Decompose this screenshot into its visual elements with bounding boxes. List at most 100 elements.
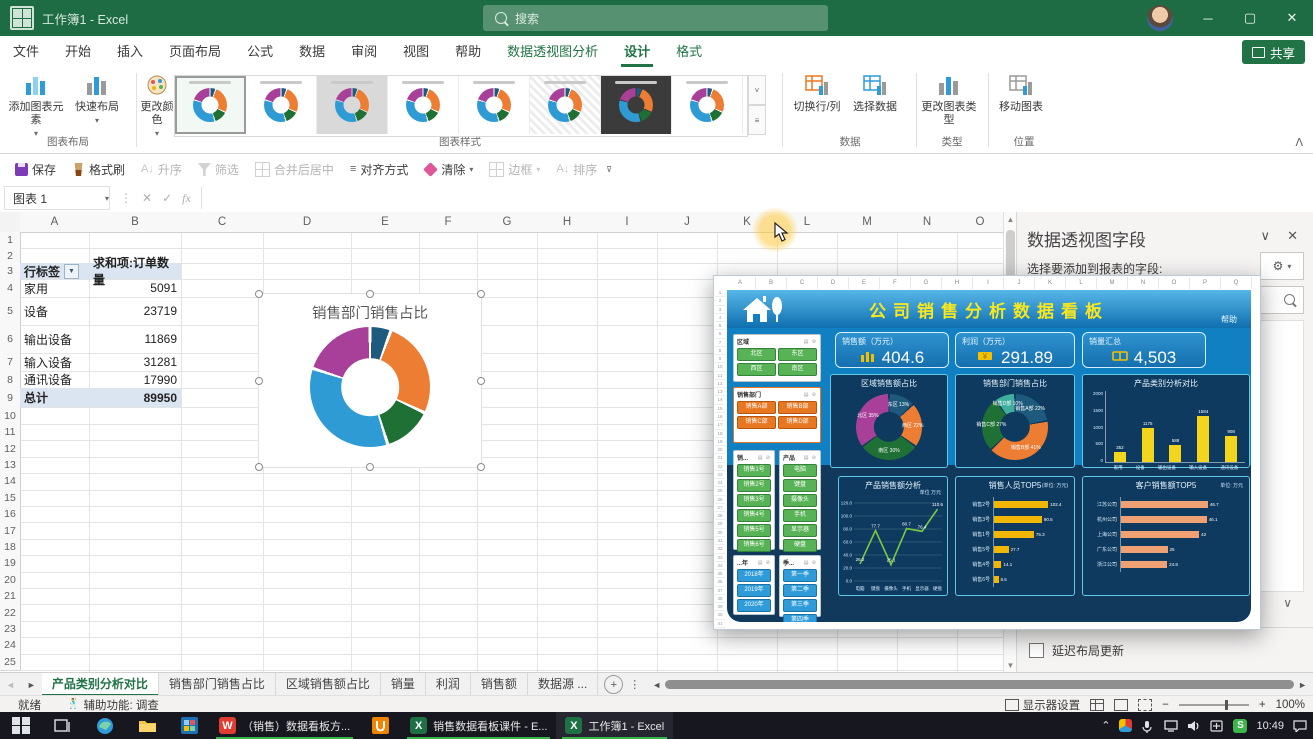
column-header-F[interactable]: F (419, 212, 478, 233)
row-header-21[interactable]: 21 (0, 588, 21, 605)
column-header-G[interactable]: G (477, 212, 538, 233)
defer-layout-checkbox[interactable] (1029, 643, 1044, 658)
help-button[interactable]: 帮助 (1221, 314, 1237, 325)
row-header-20[interactable]: 20 (0, 572, 21, 589)
slicer-button-销售B部[interactable]: 销售B部 (778, 401, 817, 414)
row-header-11[interactable]: 11 (0, 424, 21, 441)
chart-style-thumbnail-4[interactable] (388, 76, 459, 134)
formula-input[interactable] (201, 187, 1313, 209)
file-explorer-icon[interactable] (135, 714, 159, 738)
row-header-8[interactable]: 8 (0, 371, 21, 389)
name-box[interactable]: 图表 1▾ (4, 186, 110, 210)
zoom-slider[interactable] (1179, 704, 1249, 706)
normal-view-icon[interactable] (1090, 699, 1104, 711)
row-header-2[interactable]: 2 (0, 248, 21, 264)
ribbon-tab-文件[interactable]: 文件 (0, 36, 52, 67)
slicer-button-销售3号[interactable]: 销售3号 (737, 494, 771, 507)
ribbon-tab-公式[interactable]: 公式 (234, 36, 286, 67)
sheet-nav-right-icon[interactable]: ► (21, 680, 42, 690)
column-header-M[interactable]: M (837, 212, 898, 233)
slicer-button-销售C部[interactable]: 销售C部 (737, 416, 776, 429)
zoom-level[interactable]: 100% (1276, 699, 1305, 711)
horizontal-scrollbar[interactable]: ◄► (646, 673, 1313, 696)
column-header-C[interactable]: C (181, 212, 264, 233)
row-header-4[interactable]: 4 (0, 279, 21, 298)
fx-icon[interactable]: fx (182, 191, 191, 206)
more-icon[interactable]: ⋮ (120, 191, 132, 205)
selection-handle[interactable] (255, 463, 263, 471)
ribbon-tab-插入[interactable]: 插入 (104, 36, 156, 67)
zoom-in-icon[interactable]: + (1259, 699, 1266, 711)
gallery-up-icon[interactable]: ˅ (748, 75, 766, 105)
slicer-button-销售D部[interactable]: 销售D部 (778, 416, 817, 429)
ribbon-tab-帮助[interactable]: 帮助 (442, 36, 494, 67)
edge-browser-icon[interactable] (93, 714, 117, 738)
ribbon-tab-开始[interactable]: 开始 (52, 36, 104, 67)
select-data-button[interactable]: 选择数据 (846, 67, 904, 135)
area-dropdown-icon[interactable]: ∨ (1283, 596, 1292, 610)
zoom-slider-thumb[interactable] (1225, 700, 1228, 710)
ribbon-tab-数据[interactable]: 数据 (286, 36, 338, 67)
column-header-D[interactable]: D (263, 212, 352, 233)
slicer-button-销售2号[interactable]: 销售2号 (737, 479, 771, 492)
ime-icon[interactable] (1210, 720, 1224, 732)
change-colors-button[interactable]: 更改颜色▾ (140, 67, 174, 135)
add-sheet-icon[interactable]: + (604, 675, 623, 694)
chart-style-thumbnail-5[interactable] (459, 76, 530, 134)
avatar[interactable] (1147, 5, 1173, 31)
page-layout-view-icon[interactable] (1114, 699, 1128, 711)
chart-style-thumbnail-3[interactable] (317, 76, 388, 134)
maximize-button[interactable]: ▢ (1229, 0, 1271, 36)
selection-handle[interactable] (477, 463, 485, 471)
selection-handle[interactable] (366, 290, 374, 298)
slicer-button-销售6号[interactable]: 销售6号 (737, 539, 771, 552)
row-header-5[interactable]: 5 (0, 297, 21, 326)
quickbar-筛选[interactable]: 筛选 (191, 158, 246, 182)
quickbar-升序[interactable]: A↓升序 (134, 158, 189, 182)
slicer-button-键盘[interactable]: 键盘 (783, 479, 817, 492)
slicer-button-销售1号[interactable]: 销售1号 (737, 464, 771, 477)
change-chart-type-button[interactable]: 更改图表类型 (920, 67, 978, 135)
slicer-button-销售4号[interactable]: 销售4号 (737, 509, 771, 522)
chart-style-thumbnail-6[interactable] (530, 76, 601, 134)
blue-app-icon[interactable] (177, 714, 201, 738)
quickbar-格式刷[interactable]: 格式刷 (65, 158, 132, 182)
row-header-15[interactable]: 15 (0, 490, 21, 507)
slicer-button-2020年[interactable]: 2020年 (737, 599, 771, 612)
scroll-left-icon[interactable]: ◄ (652, 680, 661, 690)
quickbar-边框[interactable]: 边框▾ (482, 158, 547, 182)
sheet-more-icon[interactable]: ⋮ (629, 678, 640, 691)
sheet-tab-销量[interactable]: 销量 (381, 673, 426, 696)
pivot-chart-object[interactable]: 销售部门销售占比 (258, 293, 482, 468)
chart-style-thumbnail-7[interactable] (601, 76, 672, 134)
slicer-button-销售5号[interactable]: 销售5号 (737, 524, 771, 537)
ribbon-tab-页面布局[interactable]: 页面布局 (156, 36, 234, 67)
taskbar-window[interactable]: X销售数据看板课件 - E... (401, 712, 556, 739)
zoom-out-icon[interactable]: − (1162, 699, 1169, 711)
panel-close-icon[interactable]: ✕ (1287, 228, 1298, 244)
slicer-button-第一季[interactable]: 第一季 (783, 569, 817, 582)
switch-row-column-button[interactable]: 切换行/列 (788, 67, 846, 135)
column-header-A[interactable]: A (20, 212, 90, 233)
start-button[interactable] (9, 714, 33, 738)
row-header-19[interactable]: 19 (0, 555, 21, 572)
ribbon-tab-数据透视图分析[interactable]: 数据透视图分析 (494, 36, 611, 67)
selection-handle[interactable] (477, 290, 485, 298)
row-header-7[interactable]: 7 (0, 353, 21, 372)
gear-button[interactable]: ⚙▾ (1260, 252, 1304, 280)
scroll-right-icon[interactable]: ► (1298, 680, 1307, 690)
ribbon-tab-视图[interactable]: 视图 (390, 36, 442, 67)
sheet-tab-产品类别分析对比[interactable]: 产品类别分析对比 (42, 673, 159, 696)
column-header-B[interactable]: B (89, 212, 182, 233)
gallery-more-icon[interactable]: ≡ (748, 105, 766, 135)
column-header-O[interactable]: O (957, 212, 1003, 233)
slicer-button-西区[interactable]: 西区 (737, 363, 776, 376)
minimize-button[interactable]: ─ (1187, 0, 1229, 36)
slicer-button-电脑[interactable]: 电脑 (783, 464, 817, 477)
column-header-H[interactable]: H (537, 212, 598, 233)
row-header-1[interactable]: 1 (0, 232, 21, 249)
wps-pinwheel-icon[interactable] (1119, 719, 1132, 732)
close-button[interactable]: ✕ (1271, 0, 1313, 36)
row-header-18[interactable]: 18 (0, 539, 21, 556)
sheet-tab-区域销售额占比[interactable]: 区域销售额占比 (276, 673, 381, 696)
